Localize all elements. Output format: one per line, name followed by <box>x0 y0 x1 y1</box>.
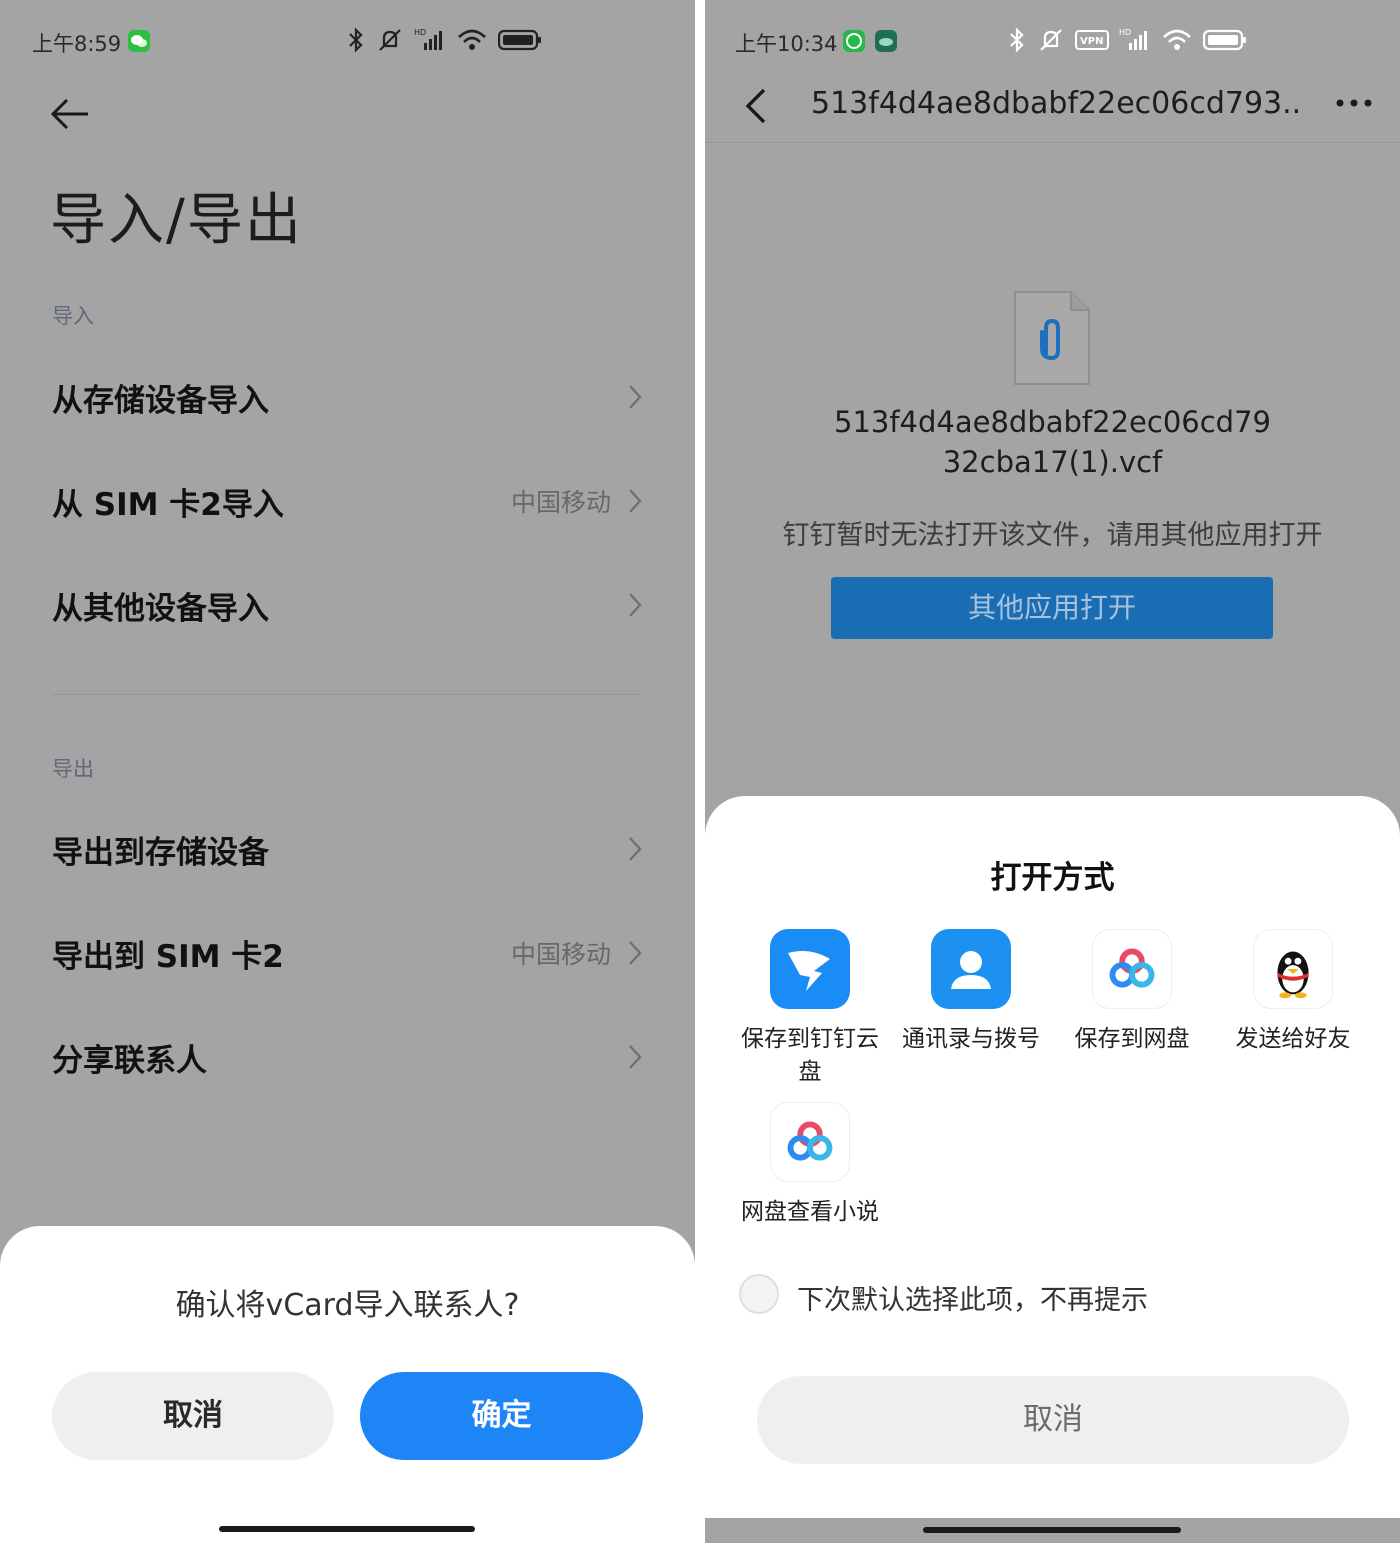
import-from-sim-item[interactable]: 从 SIM 卡2导入 中国移动 <box>0 461 695 541</box>
app-label: 发送给好友 <box>1235 1026 1351 1052</box>
page-title: 导入/导出 <box>50 188 303 253</box>
wifi-icon <box>1163 29 1191 50</box>
cannot-open-message: 钉钉暂时无法打开该文件，请用其他应用打开 <box>782 520 1323 551</box>
app-label: 保存到网盘 <box>1074 1026 1190 1052</box>
app-option-dingtalk-cloud[interactable]: 保存到钉钉云盘 <box>730 929 890 1089</box>
signal-icon: HD <box>1119 28 1147 50</box>
svg-text:HD: HD <box>1119 28 1131 37</box>
app-option-contacts[interactable]: 通讯录与拨号 <box>891 929 1051 1056</box>
chevron-right-icon <box>629 837 642 861</box>
row-label: 导出到存储设备 <box>52 835 269 871</box>
vpn-icon: VPN <box>1075 30 1109 50</box>
file-name-line1: 513f4d4ae8dbabf22ec06cd79 <box>834 405 1271 439</box>
import-from-storage-item[interactable]: 从存储设备导入 <box>0 357 695 437</box>
battery-icon <box>498 29 541 51</box>
carrier-value: 中国移动 <box>510 940 611 969</box>
status-time: 上午8:59 <box>32 32 122 56</box>
share-contacts-item[interactable]: 分享联系人 <box>0 1017 695 1097</box>
file-name-line2: 32cba17(1).vcf <box>942 445 1163 479</box>
export-to-storage-item[interactable]: 导出到存储设备 <box>0 809 695 889</box>
section-divider <box>52 694 642 695</box>
file-top-bar: 513f4d4ae8dbabf22ec06cd793... <box>705 70 1400 143</box>
remember-choice-label: 下次默认选择此项，不再提示 <box>797 1285 1148 1316</box>
app-option-netdisk-novel[interactable]: 网盘查看小说 <box>730 1102 890 1229</box>
file-name: 513f4d4ae8dbabf22ec06cd79 32cba17(1).vcf <box>705 402 1400 482</box>
left-screen: 上午8:59 HD 导入/导出 导入 从存储设备导入 从 SIM 卡2导入 中国… <box>0 0 695 1543</box>
open-with-other-app-button[interactable]: 其他应用打开 <box>831 577 1273 639</box>
remember-choice-radio[interactable] <box>739 1274 779 1314</box>
svg-text:VPN: VPN <box>1080 36 1103 47</box>
status-bar: 上午10:34 VPN HD <box>705 18 1400 64</box>
screen-gap <box>695 0 705 1543</box>
carrier-value: 中国移动 <box>510 488 611 517</box>
bottom-band <box>705 1518 1400 1543</box>
svg-text:HD: HD <box>414 28 426 37</box>
chevron-right-icon <box>629 941 642 965</box>
whatsapp-icon <box>843 30 865 52</box>
bluetooth-icon <box>1010 27 1024 53</box>
baidu-netdisk-icon <box>1092 929 1172 1009</box>
open-with-sheet: 打开方式 保存到钉钉云盘 通讯录与拨号 保存到网盘 发送给好友 网盘查看小说 下… <box>705 796 1400 1518</box>
wechat-icon <box>128 30 150 52</box>
status-bar: 上午8:59 HD <box>0 18 695 64</box>
mute-icon <box>1040 29 1062 51</box>
row-label: 分享联系人 <box>52 1043 207 1079</box>
app-label: 网盘查看小说 <box>741 1199 879 1225</box>
row-label: 从存储设备导入 <box>52 383 269 419</box>
confirm-button[interactable]: 确定 <box>360 1372 643 1460</box>
home-indicator[interactable] <box>923 1527 1181 1533</box>
qq-icon <box>1253 929 1333 1009</box>
more-options-icon[interactable] <box>1334 88 1374 118</box>
signal-icon: HD <box>414 28 442 50</box>
export-to-sim-item[interactable]: 导出到 SIM 卡2 中国移动 <box>0 913 695 993</box>
row-label: 导出到 SIM 卡2 <box>52 939 284 975</box>
app-label: 通讯录与拨号 <box>902 1026 1040 1052</box>
chevron-right-icon <box>629 593 642 617</box>
dialog-question: 确认将vCard导入联系人? <box>175 1288 520 1323</box>
wifi-icon <box>458 29 486 50</box>
back-chevron-icon[interactable] <box>743 86 769 126</box>
row-label: 从其他设备导入 <box>52 591 269 627</box>
bluetooth-icon <box>349 27 363 53</box>
cancel-button[interactable]: 取消 <box>52 1372 334 1460</box>
attachment-file-icon <box>1014 291 1090 385</box>
dingtalk-icon <box>770 929 850 1009</box>
import-from-other-device-item[interactable]: 从其他设备导入 <box>0 565 695 645</box>
chevron-right-icon <box>629 385 642 409</box>
back-arrow-icon[interactable] <box>50 96 90 132</box>
import-confirm-dialog: 确认将vCard导入联系人? 取消 确定 <box>0 1226 695 1543</box>
import-section-label: 导入 <box>52 304 94 328</box>
app-option-send-to-friend[interactable]: 发送给好友 <box>1213 929 1373 1056</box>
cloud-app-icon <box>875 30 897 52</box>
status-icons: HD <box>346 26 542 54</box>
sheet-title: 打开方式 <box>990 860 1115 896</box>
row-label: 从 SIM 卡2导入 <box>52 487 284 523</box>
app-option-save-to-netdisk[interactable]: 保存到网盘 <box>1052 929 1212 1056</box>
right-screen: 上午10:34 VPN HD 513f4d4ae8dbabf22ec06cd79… <box>705 0 1400 1543</box>
home-indicator[interactable] <box>219 1526 475 1532</box>
chevron-right-icon <box>629 1045 642 1069</box>
chevron-right-icon <box>629 489 642 513</box>
baidu-netdisk-icon <box>770 1102 850 1182</box>
mute-icon <box>379 29 401 51</box>
battery-icon <box>1203 29 1246 51</box>
export-section-label: 导出 <box>52 757 94 781</box>
contacts-icon <box>931 929 1011 1009</box>
status-time: 上午10:34 <box>735 32 838 56</box>
app-label: 保存到钉钉云盘 <box>741 1026 879 1085</box>
status-icons: VPN HD <box>1007 26 1247 54</box>
cancel-button[interactable]: 取消 <box>757 1376 1349 1464</box>
file-title: 513f4d4ae8dbabf22ec06cd793... <box>811 86 1301 121</box>
